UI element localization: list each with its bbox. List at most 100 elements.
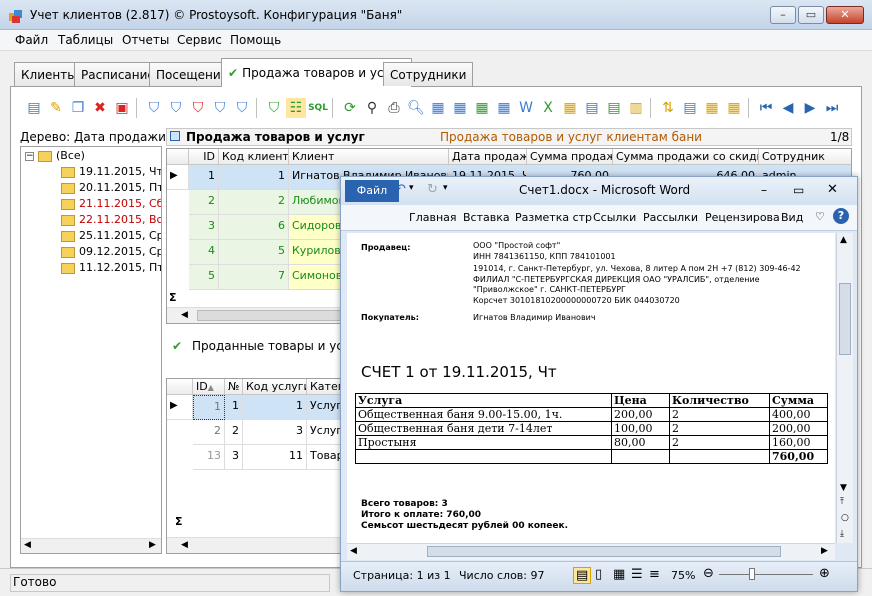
chevron-down-icon[interactable]: ▾	[409, 183, 414, 193]
table-cell[interactable]: 1	[219, 165, 289, 190]
scroll-up-icon[interactable]: ▲	[840, 235, 847, 245]
sms-icon[interactable]: ▤	[604, 98, 624, 118]
subgrid-horizontal-scrollbar[interactable]: ◀	[167, 537, 341, 553]
column-header[interactable]: Сумма продажи	[527, 149, 613, 165]
table-cell[interactable]: 5	[189, 265, 219, 290]
scroll-left-icon[interactable]: ◀	[350, 546, 357, 556]
zoom-slider-thumb[interactable]	[749, 568, 755, 580]
scroll-left-icon[interactable]: ◀	[181, 310, 188, 320]
tree-item[interactable]: 19.11.2015, Чт	[61, 165, 161, 181]
column-header[interactable]: Код услуги	[243, 379, 307, 395]
menu-reports[interactable]: Отчеты	[122, 33, 169, 47]
table-cell[interactable]: 2	[189, 190, 219, 215]
refresh-icon[interactable]: ⟳	[340, 98, 360, 118]
tree-item[interactable]: 22.11.2015, Вс	[61, 213, 161, 229]
table-cell[interactable]: Услуг	[307, 395, 341, 420]
copy-icon[interactable]: ❐	[68, 98, 88, 118]
table-cell[interactable]: Товар	[307, 445, 341, 470]
tree-icon[interactable]: ☷	[286, 98, 306, 118]
filter-edit-icon[interactable]: ⛉	[210, 98, 230, 118]
export-html-icon[interactable]: ▦	[450, 98, 470, 118]
ribbon-tab-references[interactable]: Ссылки	[593, 211, 636, 224]
ribbon-tab-mailings[interactable]: Рассылки	[643, 211, 698, 224]
scroll-left-icon[interactable]: ◀	[24, 540, 31, 550]
word-maximize-button[interactable]: ▭	[793, 183, 804, 197]
edit-icon[interactable]: ✎	[46, 98, 66, 118]
prev-record-icon[interactable]: ◀	[778, 98, 798, 118]
column-header[interactable]: ID	[189, 149, 219, 165]
tree-item[interactable]: 09.12.2015, Ср	[61, 245, 161, 261]
column-header[interactable]: Сумма продажи со скидкой	[613, 149, 759, 165]
table-cell[interactable]: 3	[189, 215, 219, 240]
ribbon-collapse-icon[interactable]: ♡	[815, 210, 825, 223]
ribbon-tab-layout[interactable]: Разметка стр	[515, 211, 592, 224]
scroll-thumb[interactable]	[839, 283, 851, 355]
tab-employees[interactable]: Сотрудники	[383, 62, 474, 86]
column-header[interactable]: Сотрудник	[759, 149, 851, 165]
column-header[interactable]: Код клиента	[219, 149, 289, 165]
collapse-icon[interactable]: −	[25, 151, 34, 161]
table-cell[interactable]: 6	[219, 215, 289, 240]
columns-icon[interactable]: ▤	[680, 98, 700, 118]
chevron-down-icon[interactable]: ▾	[443, 183, 448, 193]
word-file-tab[interactable]: Файл	[345, 180, 399, 202]
column-header[interactable]: Дата продажи	[449, 149, 527, 165]
table-cell[interactable]: 2	[219, 190, 289, 215]
word-icon[interactable]: W	[516, 98, 536, 118]
ribbon-tab-review[interactable]: Рецензирова	[705, 211, 780, 224]
web-layout-icon[interactable]: ▦	[613, 567, 625, 582]
export-icon[interactable]: ▦	[428, 98, 448, 118]
table-cell[interactable]: 1	[243, 395, 307, 420]
prev-page-icon[interactable]: ⤒	[840, 497, 844, 507]
word-count[interactable]: Число слов: 97	[459, 569, 545, 582]
delete-all-icon[interactable]: ▣	[112, 98, 132, 118]
table-cell[interactable]: 7	[219, 265, 289, 290]
ribbon-tab-view[interactable]: Вид	[781, 211, 803, 224]
tree-root[interactable]: − (Все)	[25, 149, 85, 165]
preview-icon[interactable]: 🔍︎	[406, 98, 426, 118]
filter-remove-icon[interactable]: ⛉	[188, 98, 208, 118]
group-icon[interactable]: ⛉	[264, 98, 284, 118]
table-cell[interactable]: 3	[243, 420, 307, 445]
ribbon-tab-home[interactable]: Главная	[409, 211, 457, 224]
word-minimize-button[interactable]: –	[761, 183, 767, 197]
column-header[interactable]: №	[225, 379, 243, 395]
column-header[interactable]: ID▲	[193, 379, 225, 395]
zoom-level[interactable]: 75%	[671, 569, 695, 582]
table-cell[interactable]: 4	[189, 240, 219, 265]
column-header[interactable]: Клиент	[289, 149, 449, 165]
scroll-down-icon[interactable]: ▼	[840, 483, 847, 493]
table-cell[interactable]: 11	[243, 445, 307, 470]
menu-tables[interactable]: Таблицы	[58, 33, 113, 47]
word-document-page[interactable]: Продавец: ООО "Простой софт" ИНН 7841361…	[347, 233, 835, 543]
scroll-right-icon[interactable]: ▶	[821, 546, 828, 556]
word-vertical-scrollbar[interactable]: ▲ ▼ ⤒ ○ ⤓	[836, 233, 853, 543]
export-excel-icon[interactable]: ▦	[472, 98, 492, 118]
zoom-in-icon[interactable]: ⊕	[819, 566, 830, 581]
scroll-right-icon[interactable]: ▶	[149, 540, 156, 550]
filter-selection-icon[interactable]: ⛉	[232, 98, 252, 118]
find-icon[interactable]: ⚲	[362, 98, 382, 118]
tree-item[interactable]: 25.11.2015, Ср	[61, 229, 161, 245]
help-icon[interactable]: ?	[833, 208, 849, 224]
full-screen-icon[interactable]: ▯	[595, 567, 602, 582]
sort-icon[interactable]: ⇅	[658, 98, 678, 118]
zoom-slider[interactable]	[719, 574, 813, 575]
delete-icon[interactable]: ✖	[90, 98, 110, 118]
tree-item[interactable]: 11.12.2015, Пт	[61, 261, 161, 277]
redo-icon[interactable]: ↻	[427, 182, 438, 197]
menu-service[interactable]: Сервис	[177, 33, 222, 47]
table-cell[interactable]: 3	[225, 445, 243, 470]
filter-clear-icon[interactable]: ⛉	[166, 98, 186, 118]
table-cell[interactable]: 2	[225, 420, 243, 445]
first-record-icon[interactable]: ⏮	[756, 98, 776, 118]
word-close-button[interactable]: ✕	[827, 182, 838, 197]
zoom-out-icon[interactable]: ⊖	[703, 566, 714, 581]
next-page-icon[interactable]: ⤓	[840, 529, 844, 539]
word-horizontal-scrollbar[interactable]: ◀ ▶	[347, 543, 835, 560]
menu-file[interactable]: Файл	[15, 33, 48, 47]
last-record-icon[interactable]: ⏭	[822, 98, 842, 118]
next-record-icon[interactable]: ▶	[800, 98, 820, 118]
chart-icon[interactable]: ▥	[626, 98, 646, 118]
tree-item[interactable]: 21.11.2015, Сб	[61, 197, 161, 213]
